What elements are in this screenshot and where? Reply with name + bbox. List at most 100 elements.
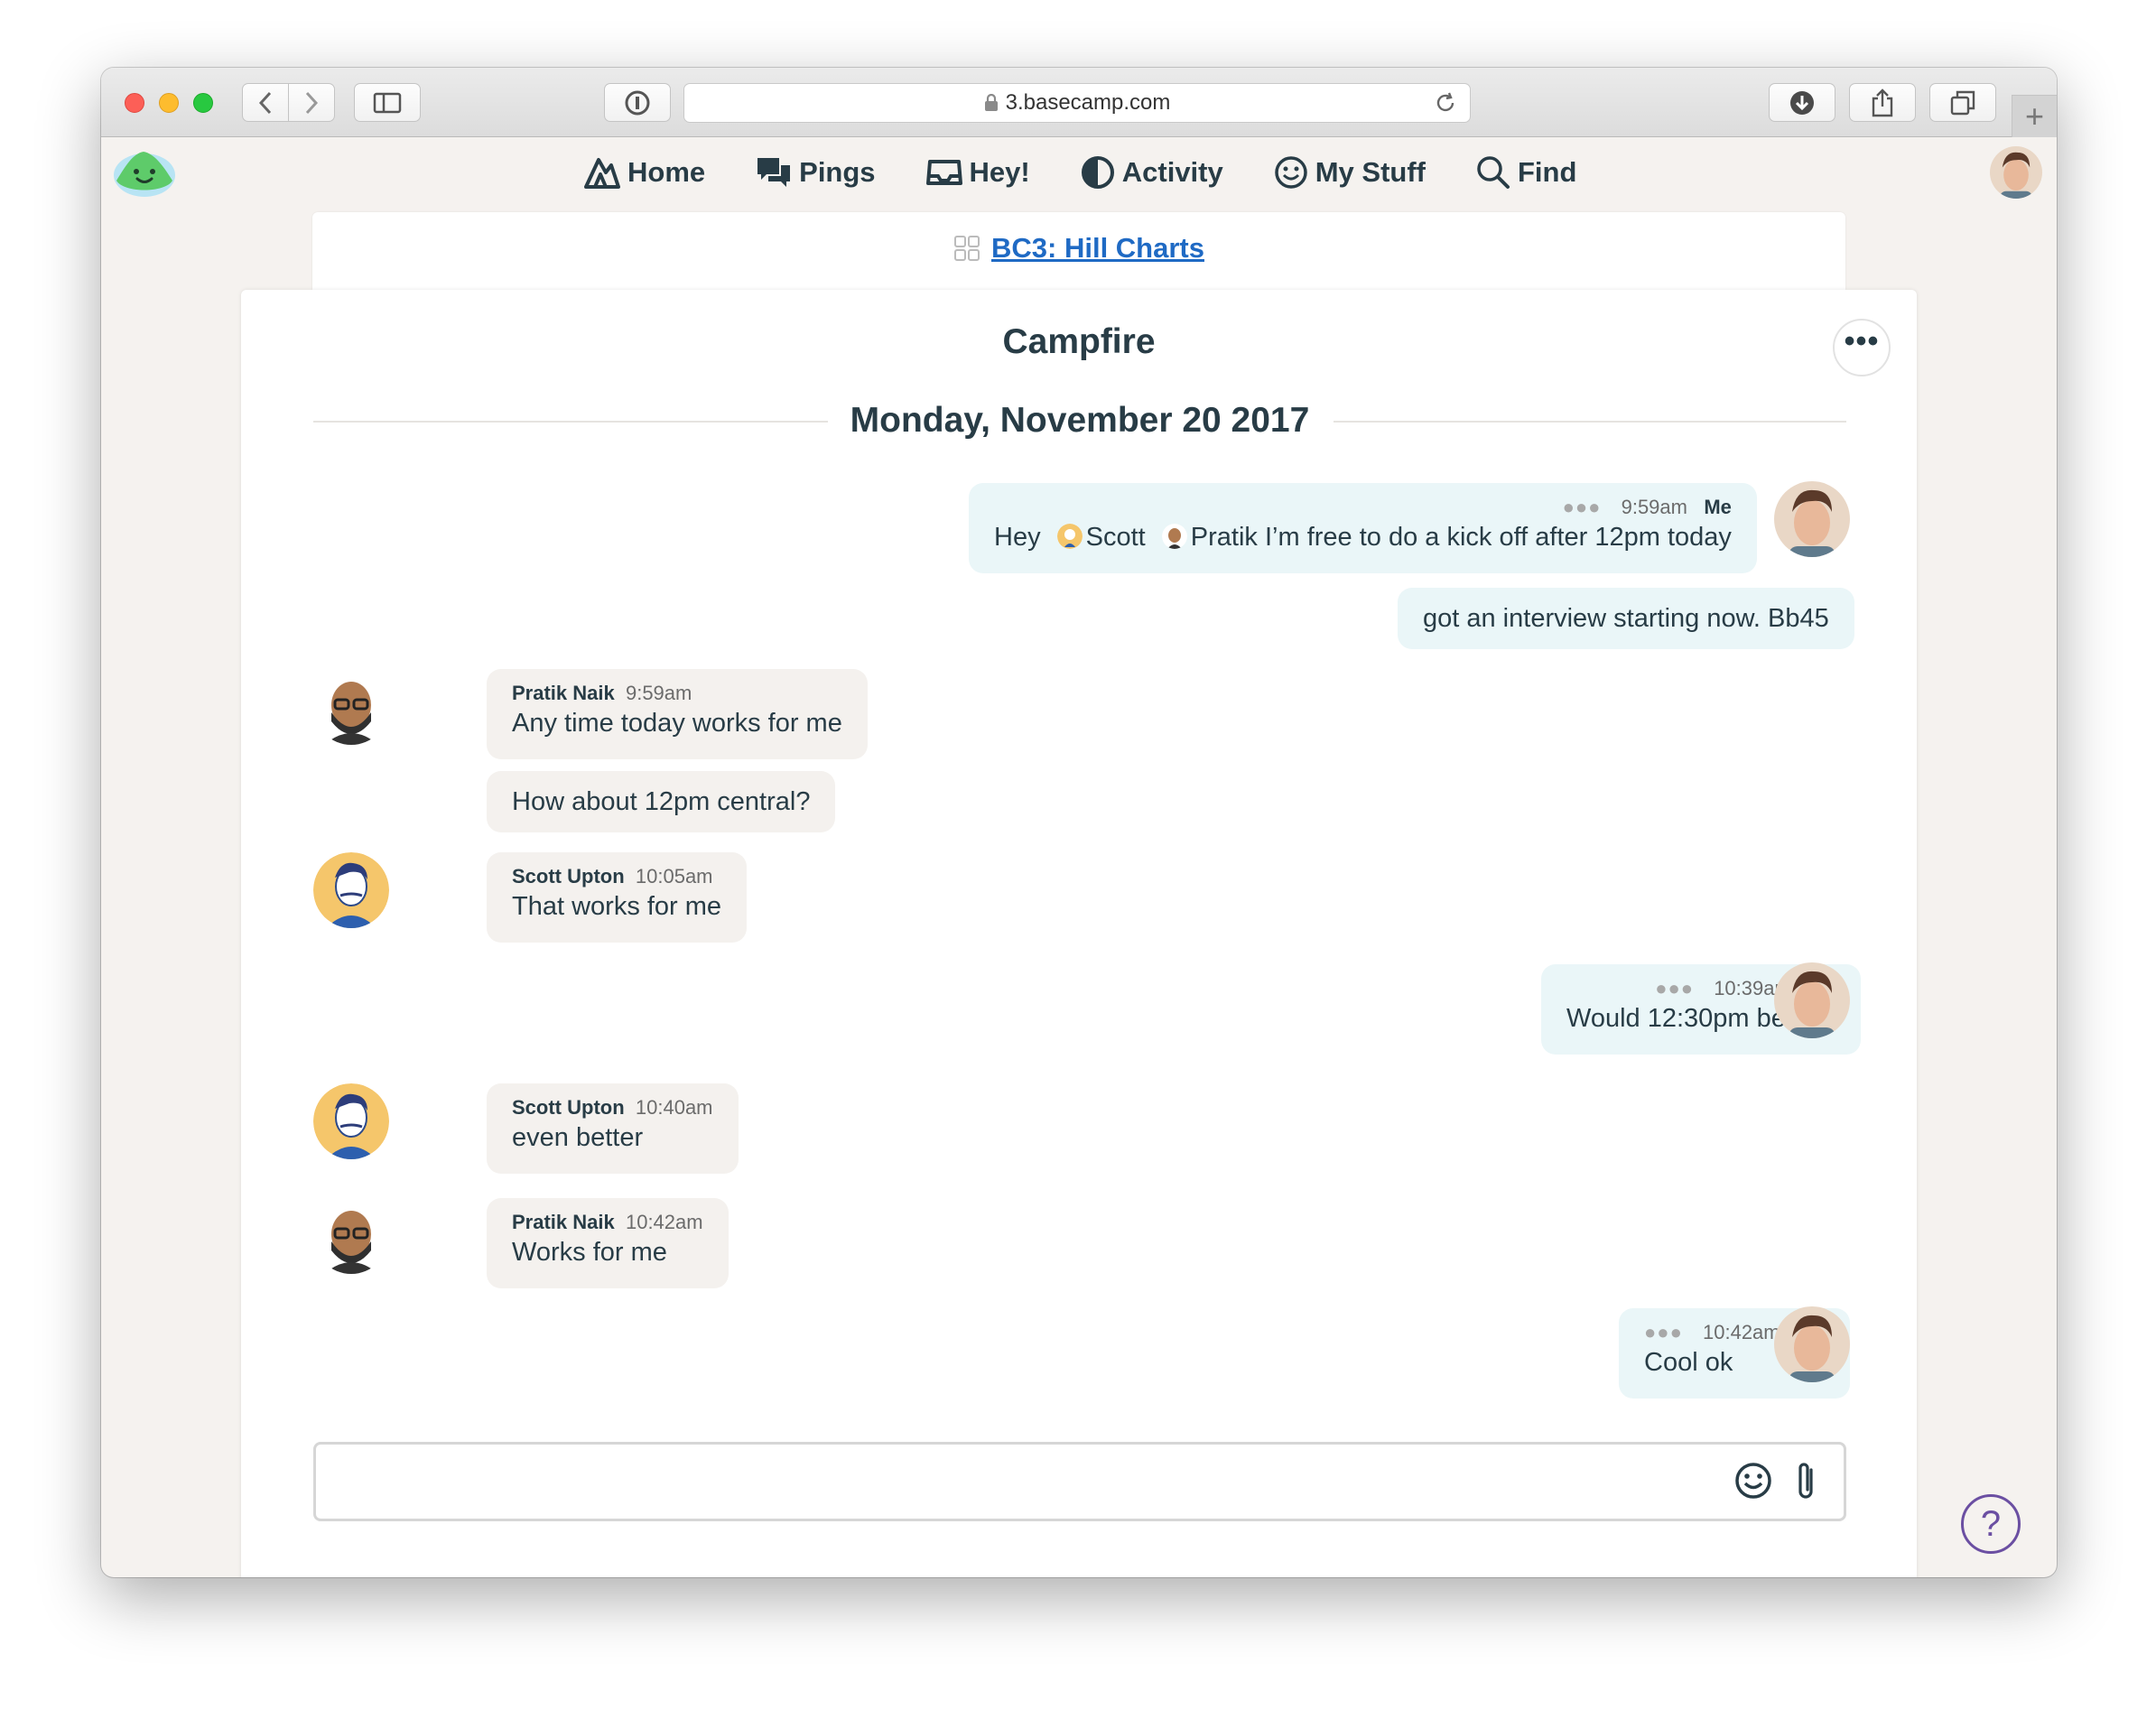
- avatar-pratik[interactable]: [313, 1198, 389, 1274]
- tabs-button[interactable]: [1929, 83, 1996, 122]
- nav-home[interactable]: Home: [584, 155, 705, 190]
- basecamp-logo-icon: [114, 152, 175, 197]
- date-divider: Monday, November 20 2017: [313, 401, 1846, 440]
- nav-my-stuff[interactable]: My Stuff: [1274, 155, 1426, 190]
- more-options-button[interactable]: •••: [1833, 319, 1891, 376]
- message-time: 10:05am: [635, 865, 713, 888]
- browser-toolbar: 3.basecamp.com +: [101, 68, 2057, 137]
- avatar-me[interactable]: [1774, 1306, 1850, 1382]
- nav-find-label: Find: [1518, 156, 1577, 188]
- message-time: 9:59am: [625, 682, 692, 704]
- page-title: Campfire: [1002, 322, 1156, 361]
- browser-window: 3.basecamp.com + Home Pings Hey! Activit…: [101, 68, 2057, 1577]
- nav-my-stuff-label: My Stuff: [1315, 156, 1426, 188]
- message-options-icon[interactable]: ●●●: [1563, 496, 1602, 518]
- search-icon: [1477, 156, 1510, 189]
- avatar-scott[interactable]: [313, 852, 389, 928]
- share-icon: [1872, 88, 1893, 116]
- help-label: ?: [1980, 1503, 2002, 1544]
- message-time: 10:42am: [1703, 1321, 1780, 1343]
- url-text: 3.basecamp.com: [1005, 90, 1171, 115]
- reload-icon[interactable]: [1434, 91, 1457, 115]
- smiley-icon: [1274, 156, 1307, 189]
- nav-hey[interactable]: Hey!: [925, 155, 1030, 190]
- message-composer[interactable]: [313, 1442, 1846, 1521]
- chat-message: Scott Upton 10:40am even better: [487, 1083, 739, 1174]
- download-icon: [1790, 90, 1814, 115]
- avatar-image: [313, 669, 389, 745]
- zoom-window-button[interactable]: [193, 93, 213, 113]
- new-tab-button[interactable]: +: [2012, 95, 2057, 137]
- nav-activity-label: Activity: [1121, 156, 1223, 188]
- avatar-image: [1774, 962, 1850, 1038]
- message-time: 10:40am: [635, 1096, 713, 1119]
- message-text: Hey: [994, 523, 1041, 552]
- avatar-me[interactable]: [1774, 481, 1850, 557]
- help-button[interactable]: ?: [1961, 1494, 2021, 1554]
- activity-icon: [1081, 156, 1114, 189]
- basecamp-logo[interactable]: [113, 144, 176, 203]
- nav-home-label: Home: [627, 156, 706, 188]
- plus-icon: +: [2024, 98, 2045, 135]
- smiley-icon[interactable]: [1733, 1461, 1773, 1501]
- message-text: even better: [512, 1123, 644, 1152]
- mention-avatar-pratik: [1161, 524, 1187, 549]
- mention-scott[interactable]: Scott: [1086, 523, 1146, 552]
- sidebar-icon: [373, 92, 402, 113]
- message-text: got an interview starting now. Bb45: [1423, 604, 1829, 633]
- message-author: Scott Upton: [512, 865, 625, 888]
- address-bar[interactable]: 3.basecamp.com: [683, 83, 1471, 123]
- message-options-icon[interactable]: ●●●: [1644, 1321, 1683, 1343]
- nav-hey-label: Hey!: [969, 156, 1030, 188]
- message-time: 10:42am: [625, 1211, 703, 1233]
- forward-button[interactable]: [288, 83, 335, 122]
- share-button[interactable]: [1849, 83, 1916, 122]
- chat-message: Pratik Naik 9:59am Any time today works …: [487, 669, 868, 759]
- project-grid-icon: [954, 236, 980, 261]
- chevron-left-icon: [258, 91, 272, 114]
- project-link[interactable]: BC3: Hill Charts: [312, 232, 1845, 265]
- nav-pings-label: Pings: [799, 156, 876, 188]
- paperclip-icon[interactable]: [1791, 1461, 1822, 1502]
- avatar-image: [1774, 1306, 1850, 1382]
- message-text: That works for me: [512, 892, 722, 921]
- avatar-image: [313, 1083, 389, 1159]
- downloads-button[interactable]: [1769, 83, 1835, 122]
- project-header: BC3: Hill Charts: [312, 212, 1845, 290]
- nav-find[interactable]: Find: [1476, 155, 1576, 190]
- chat-message: Scott Upton 10:05am That works for me: [487, 852, 748, 943]
- user-avatar[interactable]: [1990, 146, 2042, 199]
- message-text: Works for me: [512, 1238, 667, 1267]
- message-author: Scott Upton: [512, 1096, 625, 1119]
- avatar-me[interactable]: [1774, 962, 1850, 1038]
- chat-message-mine: got an interview starting now. Bb45: [1398, 588, 1854, 649]
- sidebar-button[interactable]: [354, 83, 421, 122]
- avatar-image: [313, 1198, 389, 1274]
- chat-message: Pratik Naik 10:42am Works for me: [487, 1198, 729, 1288]
- nav-activity[interactable]: Activity: [1081, 155, 1223, 190]
- mention-pratik[interactable]: Pratik: [1191, 523, 1258, 552]
- minimize-window-button[interactable]: [159, 93, 179, 113]
- message-text: Any time today works for me: [512, 709, 842, 738]
- nav-pings[interactable]: Pings: [756, 155, 876, 190]
- app-nav: Home Pings Hey! Activity My Stuff Find: [101, 137, 2057, 212]
- chevron-right-icon: [305, 91, 319, 114]
- mention-avatar-scott: [1056, 524, 1083, 549]
- inbox-icon: [925, 160, 962, 185]
- avatar-image: [1774, 481, 1850, 557]
- tabs-icon: [1950, 90, 1975, 115]
- avatar-scott[interactable]: [313, 1083, 389, 1159]
- message-options-icon[interactable]: ●●●: [1655, 977, 1694, 999]
- message-text: How about 12pm central?: [512, 787, 811, 816]
- avatar-pratik[interactable]: [313, 669, 389, 745]
- close-window-button[interactable]: [125, 93, 144, 113]
- message-author: Pratik Naik: [512, 682, 615, 704]
- lock-icon: [984, 94, 998, 111]
- avatar-image: [313, 852, 389, 928]
- date-label: Monday, November 20 2017: [833, 401, 1326, 440]
- campfire-card: Campfire ••• Monday, November 20 2017 ●●…: [241, 290, 1917, 1577]
- back-button[interactable]: [242, 83, 289, 122]
- project-name: BC3: Hill Charts: [991, 232, 1204, 264]
- message-text-continued: I’m free to do a kick off after 12pm tod…: [1265, 523, 1732, 552]
- password-button[interactable]: [604, 83, 671, 122]
